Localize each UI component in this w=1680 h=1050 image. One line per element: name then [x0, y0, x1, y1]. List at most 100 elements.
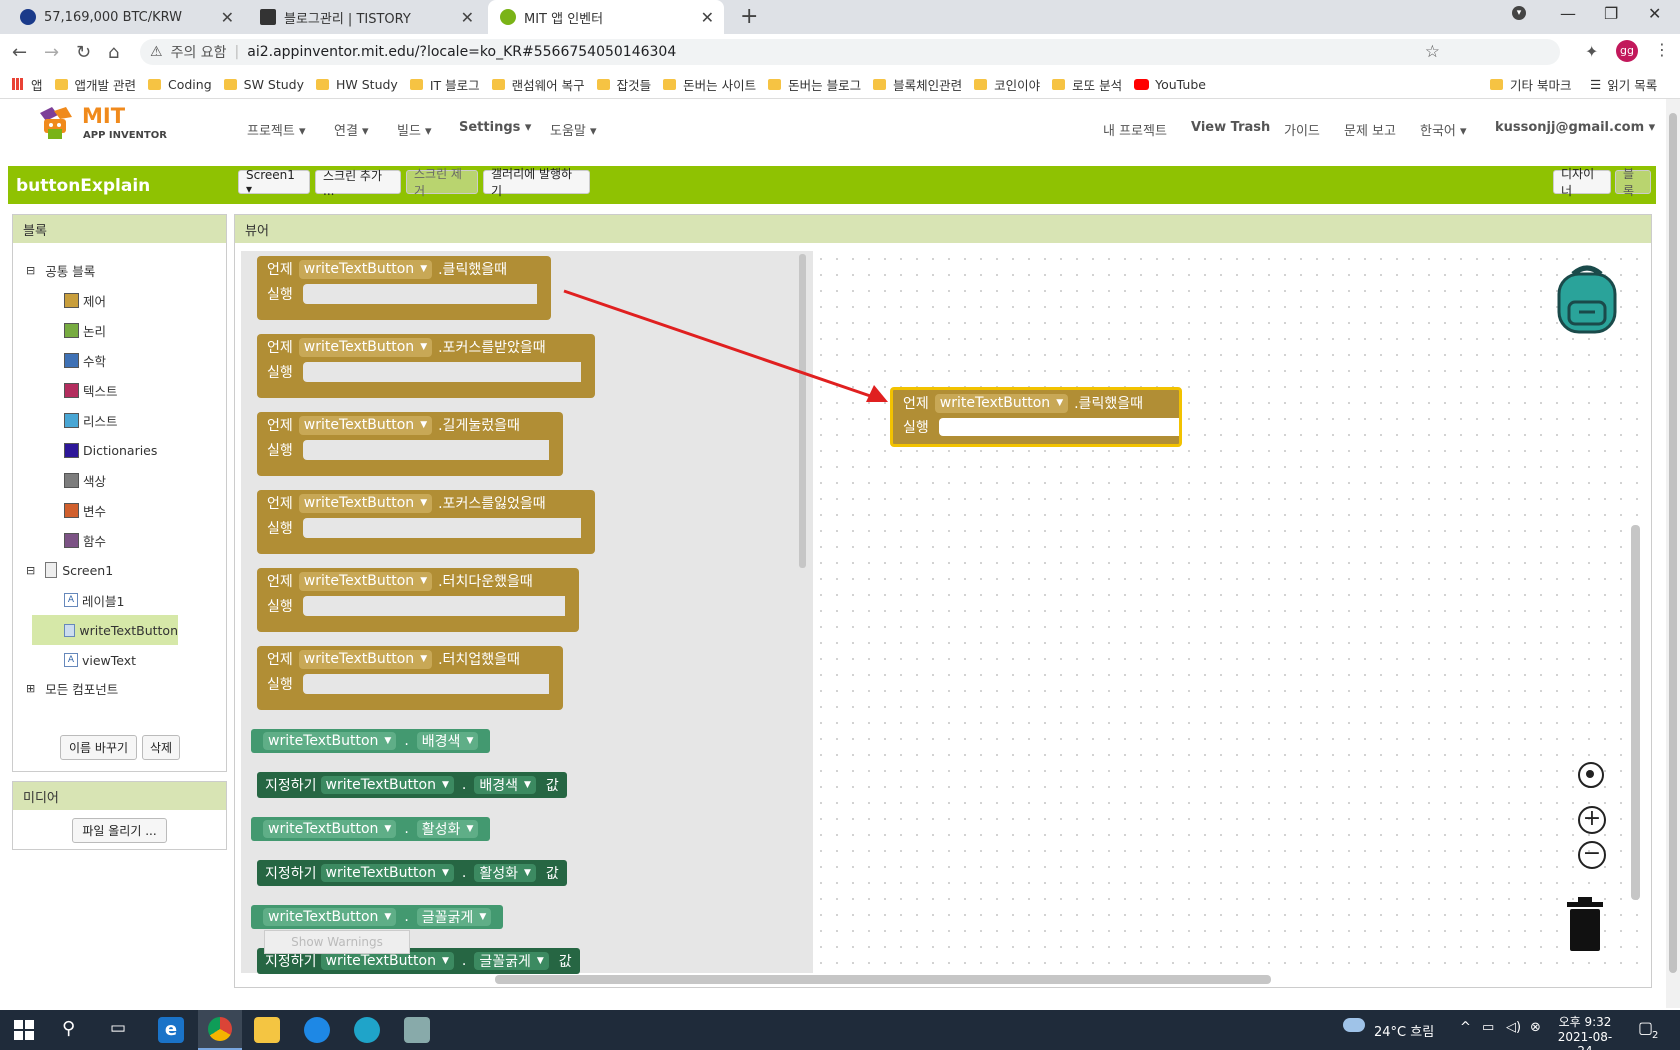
bookmark-folder[interactable]: 돈버는 사이트 [663, 75, 756, 94]
bookmark-folder[interactable]: 블록체인관련 [873, 75, 962, 94]
weather-text[interactable]: 24°C 흐림 [1374, 1021, 1434, 1040]
report-issue-link[interactable]: 문제 보고 [1344, 120, 1396, 139]
bookmark-folder[interactable]: 랜섬웨어 복구 [491, 75, 585, 94]
forward-icon[interactable]: → [44, 42, 59, 63]
bookmark-star-icon[interactable]: ☆ [1425, 42, 1440, 62]
bookmark-folder[interactable]: 잡것들 [596, 75, 651, 94]
apps-bookmark[interactable]: 앱 [12, 75, 43, 94]
screen-select[interactable]: Screen1 ▾ [238, 168, 310, 196]
builtin-category-4[interactable]: 리스트 [26, 405, 216, 435]
clock[interactable]: 오후 9:32 2021-08-24 [1555, 1013, 1615, 1050]
windows-start-icon[interactable] [14, 1020, 34, 1040]
mit-logo-icon[interactable] [36, 107, 74, 141]
menu-build[interactable]: 빌드 ▾ [397, 120, 432, 139]
placed-click-event-block[interactable]: 언제 writeTextButton ▼ .클릭했을때 실행 [890, 387, 1182, 447]
page-scrollbar[interactable] [1666, 99, 1680, 1008]
menu-connect[interactable]: 연결 ▾ [334, 120, 369, 139]
property-dropdown[interactable]: 활성화 ▼ [474, 864, 536, 882]
view-trash-link[interactable]: View Trash [1191, 120, 1270, 135]
add-screen-button[interactable]: 스크린 추가 ... [315, 169, 401, 198]
zoom-in-icon[interactable]: + [1578, 806, 1606, 834]
file-explorer-icon[interactable] [254, 1017, 280, 1043]
property-dropdown[interactable]: 글꼴굵게 ▼ [474, 952, 549, 970]
blocks-button[interactable]: 블록 [1615, 167, 1651, 198]
guide-link[interactable]: 가이드 [1284, 120, 1320, 139]
close-tab-icon[interactable]: ✕ [461, 8, 474, 27]
workspace-canvas[interactable] [813, 251, 1647, 973]
network-icon[interactable]: ▭ [1482, 1020, 1494, 1035]
component-dropdown[interactable]: writeTextButton ▼ [298, 649, 433, 669]
publish-gallery-button[interactable]: 갤러리에 발행하기 [483, 167, 590, 198]
tree-item-viewtext[interactable]: A viewText [26, 645, 216, 675]
extensions-icon[interactable]: ✦ [1585, 42, 1598, 61]
property-dropdown[interactable]: 배경색 ▼ [474, 776, 536, 794]
property-getter-block[interactable]: writeTextButton ▼. 배경색 ▼ [251, 729, 491, 753]
account-menu[interactable]: kussonjj@gmail.com ▾ [1495, 120, 1655, 135]
window-close-icon[interactable]: ✕ [1648, 4, 1661, 23]
mute-status-icon[interactable]: ⊗ [1530, 1020, 1541, 1035]
delete-button[interactable]: 삭제 [142, 735, 180, 760]
component-dropdown[interactable]: writeTextButton ▼ [263, 908, 397, 926]
reading-list[interactable]: ☰ 읽기 목록 [1590, 75, 1657, 94]
home-icon[interactable]: ⌂ [108, 42, 119, 63]
builtin-category-5[interactable]: Dictionaries [26, 435, 216, 465]
component-dropdown[interactable]: writeTextButton ▼ [298, 337, 433, 357]
builtin-category-1[interactable]: 논리 [26, 315, 216, 345]
builtin-category-7[interactable]: 변수 [26, 495, 216, 525]
component-dropdown[interactable]: writeTextButton ▼ [298, 493, 433, 513]
designer-button[interactable]: 디자이너 [1553, 167, 1611, 198]
component-dropdown[interactable]: writeTextButton ▼ [320, 952, 454, 970]
component-dropdown[interactable]: writeTextButton ▼ [298, 571, 433, 591]
browser-tab-btc[interactable]: 57,169,000 BTC/KRW ✕ [8, 0, 244, 34]
menu-project[interactable]: 프로젝트 ▾ [247, 120, 306, 139]
show-warnings-button[interactable]: Show Warnings [264, 930, 410, 954]
component-dropdown[interactable]: writeTextButton ▼ [298, 415, 433, 435]
builtin-category-8[interactable]: 함수 [26, 525, 216, 555]
new-tab-button[interactable]: + [740, 4, 758, 29]
event-block-2[interactable]: 언제 writeTextButton ▼ .길게눌렀을때 실행 [257, 412, 563, 476]
teamviewer-icon[interactable] [304, 1017, 330, 1043]
tray-chevron-icon[interactable]: ^ [1460, 1020, 1471, 1035]
component-dropdown[interactable]: writeTextButton ▼ [934, 393, 1069, 413]
upload-file-button[interactable]: 파일 올리기 ... [72, 818, 167, 843]
trash-icon[interactable] [1566, 897, 1604, 952]
expand-icon[interactable]: ⊞ [26, 682, 35, 695]
remove-screen-button[interactable]: 스크린 제거 [406, 167, 478, 198]
security-label[interactable]: 주의 요함 [171, 42, 227, 62]
profile-avatar[interactable]: gg [1616, 40, 1638, 62]
chrome-menu-icon[interactable]: ⋮ [1654, 40, 1670, 59]
notifications-icon[interactable]: ▢ [1638, 1018, 1653, 1037]
bookmark-folder[interactable]: SW Study [223, 77, 304, 92]
tree-node-screen1[interactable]: ⊟ Screen1 [26, 555, 216, 585]
event-block-1[interactable]: 언제 writeTextButton ▼ .포커스를받았을때 실행 [257, 334, 595, 398]
minimize-icon[interactable]: — [1560, 4, 1576, 23]
close-tab-icon[interactable]: ✕ [221, 8, 234, 27]
tree-node-all-components[interactable]: ⊞ 모든 컴포넌트 [26, 675, 216, 701]
component-dropdown[interactable]: writeTextButton ▼ [320, 776, 454, 794]
component-dropdown[interactable]: writeTextButton ▼ [320, 864, 454, 882]
paint-icon[interactable] [404, 1017, 430, 1043]
workspace-horizontal-scrollbar[interactable] [495, 975, 1271, 984]
property-dropdown[interactable]: 활성화 ▼ [416, 820, 479, 838]
reload-icon[interactable]: ↻ [76, 42, 91, 63]
tree-node-builtin[interactable]: ⊟ 공통 블록 [26, 255, 216, 285]
backpack-icon[interactable] [1553, 262, 1621, 334]
tree-item-writetextbutton[interactable]: writeTextButton [32, 615, 178, 645]
volume-icon[interactable]: ◁) [1506, 1020, 1521, 1035]
bookmark-folder[interactable]: IT 블로그 [409, 75, 480, 94]
menu-settings[interactable]: Settings ▾ [459, 120, 531, 135]
browser-tab-tistory[interactable]: 블로그관리 | TISTORY ✕ [248, 0, 484, 34]
task-view-icon[interactable]: ▭ [110, 1018, 126, 1038]
builtin-category-3[interactable]: 텍스트 [26, 375, 216, 405]
rename-button[interactable]: 이름 바꾸기 [60, 735, 137, 760]
builtin-category-2[interactable]: 수학 [26, 345, 216, 375]
close-tab-icon[interactable]: ✕ [701, 8, 714, 27]
chrome-taskbar-item[interactable] [198, 1010, 242, 1050]
property-getter-block[interactable]: writeTextButton ▼. 활성화 ▼ [251, 817, 491, 841]
other-bookmarks[interactable]: 기타 북마크 [1490, 75, 1571, 94]
property-setter-block[interactable]: 지정하기 writeTextButton ▼. 배경색 ▼ 값 [257, 772, 567, 798]
workspace-vertical-scrollbar[interactable] [1631, 525, 1640, 900]
back-icon[interactable]: ← [12, 42, 27, 63]
omnibox[interactable]: ⚠ 주의 요함 | ai2.appinventor.mit.edu/?local… [140, 39, 1560, 65]
zoom-out-icon[interactable]: − [1578, 841, 1606, 869]
